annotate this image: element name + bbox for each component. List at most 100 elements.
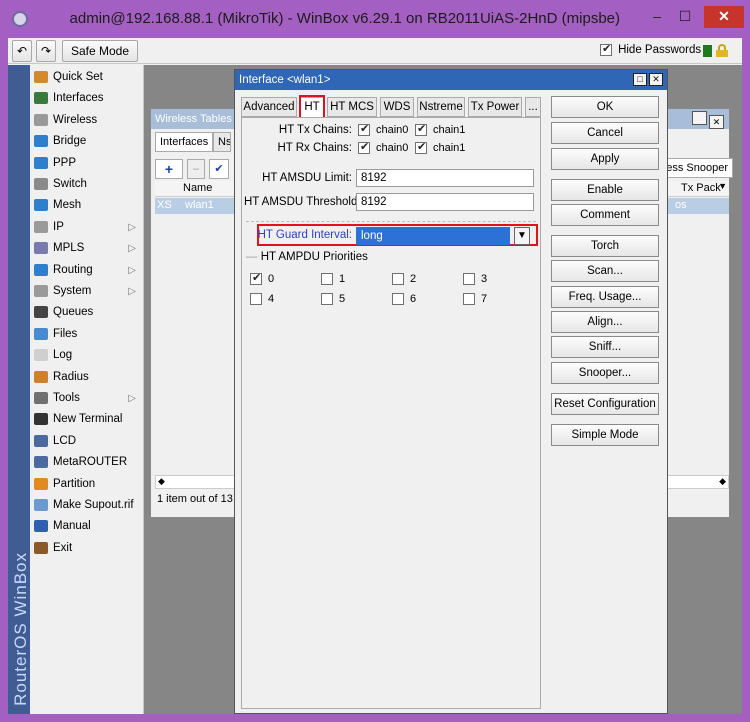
sidebar-item-queues[interactable]: Queues (34, 302, 142, 323)
sniff-button[interactable]: Sniff... (551, 336, 659, 358)
undo-icon: ↶ (16, 44, 28, 58)
tab-more[interactable]: ... (525, 97, 541, 117)
tab-ht-mcs[interactable]: HT MCS (327, 97, 377, 117)
minimize-button[interactable]: – (644, 6, 670, 28)
sidebar-item-switch[interactable]: Switch (34, 174, 142, 195)
sidebar-item-metarouter[interactable]: MetaROUTER (34, 452, 142, 473)
sidebar-item-label: PPP (53, 156, 77, 169)
amsdu-limit-input[interactable]: 8192 (356, 169, 534, 187)
ampdu-priority-checkbox[interactable] (392, 293, 404, 306)
ampdu-priority-checkbox[interactable] (321, 273, 333, 286)
snooper-button[interactable]: ess Snooper (663, 158, 733, 178)
sidebar-item-tools[interactable]: Tools ▷ (34, 388, 142, 409)
close-icon[interactable]: ✕ (709, 115, 724, 129)
rx-chain1-checkbox[interactable] (415, 140, 427, 154)
remove-button[interactable]: – (187, 159, 205, 179)
ampdu-priority-3[interactable]: 3 (463, 273, 487, 286)
sidebar-item-make-supout-rif[interactable]: Make Supout.rif (34, 495, 142, 516)
tab-nstreme[interactable]: Nstreme (417, 97, 465, 117)
title-bar[interactable]: admin@192.168.88.1 (MikroTik) - WinBox v… (0, 0, 750, 38)
ampdu-priority-7[interactable]: 7 (463, 293, 487, 306)
sidebar-item-wireless[interactable]: Wireless (34, 110, 142, 131)
sidebar-item-label: IP (53, 220, 64, 233)
ampdu-priority-2[interactable]: 2 (392, 273, 416, 286)
ampdu-priority-5[interactable]: 5 (321, 293, 345, 306)
tx-chain1-checkbox[interactable] (415, 122, 427, 136)
tab-tx-power[interactable]: Tx Power (468, 97, 522, 117)
hide-passwords-checkbox[interactable] (600, 42, 612, 57)
interface-dialog-titlebar[interactable]: Interface <wlan1> □ ✕ (235, 70, 667, 90)
sidebar-item-quick-set[interactable]: Quick Set (34, 67, 142, 88)
safe-mode-button[interactable]: Safe Mode (62, 40, 138, 62)
hide-passwords-toggle[interactable]: Hide Passwords (600, 42, 701, 57)
sidebar-item-lcd[interactable]: LCD (34, 431, 142, 452)
scan-button[interactable]: Scan... (551, 260, 659, 282)
col-tx-packets[interactable]: Tx Pack (681, 182, 721, 194)
sidebar-item-mesh[interactable]: Mesh (34, 195, 142, 216)
dialog-close-icon[interactable]: ✕ (649, 73, 663, 86)
status-indicator-icon (703, 45, 712, 57)
scroll-right-icon[interactable]: ◆ (719, 476, 726, 487)
ampdu-priority-checkbox[interactable] (392, 273, 404, 286)
guard-interval-dropdown-icon[interactable]: ▼ (514, 227, 530, 245)
ok-button[interactable]: OK (551, 96, 659, 118)
enable-button[interactable]: Enable (551, 179, 659, 201)
tab-wds[interactable]: WDS (380, 97, 414, 117)
sidebar-item-partition[interactable]: Partition (34, 474, 142, 495)
tx-chain0-checkbox[interactable] (358, 122, 370, 136)
amsdu-threshold-input[interactable]: 8192 (356, 193, 534, 211)
simple-mode-button[interactable]: Simple Mode (551, 424, 659, 446)
sidebar-item-radius[interactable]: Radius (34, 367, 142, 388)
sidebar-item-interfaces[interactable]: Interfaces (34, 88, 142, 109)
sidebar-item-mpls[interactable]: MPLS ▷ (34, 238, 142, 259)
guard-interval-select[interactable]: long (356, 227, 510, 245)
sidebar-item-routing[interactable]: Routing ▷ (34, 260, 142, 281)
align-button[interactable]: Align... (551, 311, 659, 333)
rx-chain0-checkbox[interactable] (358, 140, 370, 154)
ampdu-priority-checkbox[interactable] (463, 273, 475, 286)
sidebar-item-new-terminal[interactable]: New Terminal (34, 409, 142, 430)
submenu-arrow-icon: ▷ (128, 243, 136, 255)
interfaces-icon (34, 92, 48, 105)
main-menu: RouterOS WinBox Quick Set Interfaces Wirel… (8, 65, 144, 714)
supout-icon (34, 498, 48, 511)
column-menu-icon[interactable]: ▼ (718, 181, 727, 191)
ampdu-priority-checkbox[interactable] (250, 271, 262, 286)
freq-usage-button[interactable]: Freq. Usage... (551, 286, 659, 308)
ampdu-priority-checkbox[interactable] (463, 293, 475, 306)
snooper-button[interactable]: Snooper... (551, 362, 659, 384)
torch-button[interactable]: Torch (551, 235, 659, 257)
dialog-maximize-icon[interactable]: □ (633, 73, 647, 86)
ampdu-priority-checkbox[interactable] (321, 293, 333, 306)
maximize-icon[interactable] (692, 111, 707, 125)
close-button[interactable]: ✕ (704, 6, 744, 28)
maximize-button[interactable]: ☐ (672, 6, 698, 28)
cancel-button[interactable]: Cancel (551, 122, 659, 144)
ampdu-priority-6[interactable]: 6 (392, 293, 416, 306)
ampdu-priority-checkbox[interactable] (250, 293, 262, 306)
sidebar-item-manual[interactable]: Manual (34, 516, 142, 537)
ampdu-priority-1[interactable]: 1 (321, 273, 345, 286)
reset-configuration-button[interactable]: Reset Configuration (551, 393, 659, 415)
sidebar-item-ip[interactable]: IP ▷ (34, 217, 142, 238)
sidebar-item-bridge[interactable]: Bridge (34, 131, 142, 152)
tab-advanced[interactable]: Advanced (241, 97, 297, 117)
sidebar-item-files[interactable]: Files (34, 324, 142, 345)
sidebar-item-exit[interactable]: Exit (34, 538, 142, 559)
add-button[interactable]: + (155, 159, 183, 179)
comment-button[interactable]: Comment (551, 204, 659, 226)
scroll-left-icon[interactable]: ◆ (158, 476, 165, 487)
redo-button[interactable]: ↷ (36, 40, 56, 62)
tab-interfaces[interactable]: Interfaces (155, 132, 214, 152)
sidebar-item-log[interactable]: Log (34, 345, 142, 366)
undo-button[interactable]: ↶ (12, 40, 32, 62)
sidebar-item-system[interactable]: System ▷ (34, 281, 142, 302)
ampdu-priority-4[interactable]: 4 (250, 293, 274, 306)
tab-nstreme-dual[interactable]: Nst (213, 132, 231, 152)
ampdu-priority-0[interactable]: 0 (250, 271, 274, 286)
sidebar-item-ppp[interactable]: PPP (34, 153, 142, 174)
apply-button[interactable]: Apply (551, 148, 659, 170)
enable-button[interactable]: ✔ (209, 159, 229, 179)
col-name[interactable]: Name (183, 182, 212, 194)
system-icon (34, 284, 48, 297)
